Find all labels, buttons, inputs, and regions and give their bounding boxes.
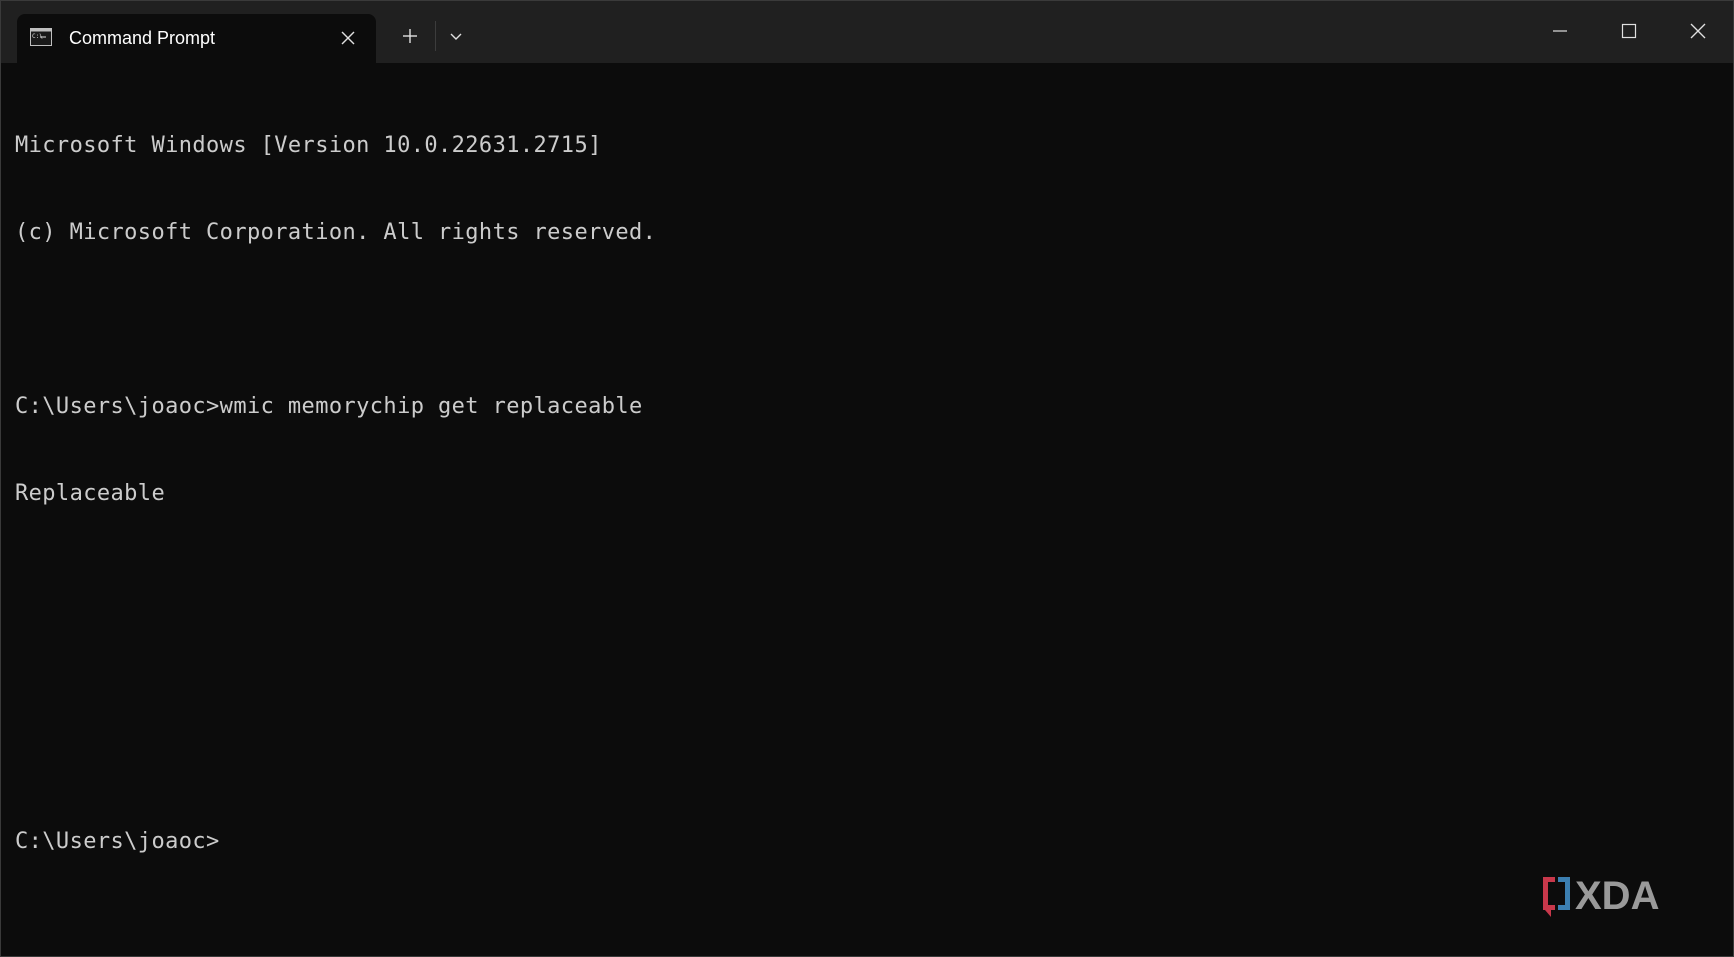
terminal-line: C:\Users\joaoc>wmic memorychip get repla…: [15, 394, 643, 419]
terminal-line: (c) Microsoft Corporation. All rights re…: [15, 220, 657, 245]
close-window-icon[interactable]: [1675, 11, 1721, 51]
terminal-line: Microsoft Windows [Version 10.0.22631.27…: [15, 133, 602, 158]
minimize-icon[interactable]: [1537, 11, 1583, 51]
xda-watermark-logo: XDA: [1539, 871, 1703, 921]
command-prompt-window: C:\ Command Prompt Microsoft Windows [Ve…: [0, 0, 1734, 957]
tab-separator: [435, 21, 436, 51]
terminal-line: Replaceable: [15, 481, 166, 506]
title-bar: C:\ Command Prompt: [1, 1, 1733, 63]
maximize-icon[interactable]: [1606, 11, 1652, 51]
terminal-prompt-line: C:\Users\joaoc>: [15, 829, 220, 854]
chevron-down-icon[interactable]: [441, 21, 471, 51]
terminal-icon: C:\: [30, 28, 52, 46]
tab-command-prompt[interactable]: C:\ Command Prompt: [17, 14, 376, 63]
new-tab-plus-icon[interactable]: [395, 21, 425, 51]
close-tab-icon[interactable]: [334, 24, 362, 52]
tab-title: Command Prompt: [69, 28, 216, 48]
xda-text: XDA: [1575, 874, 1659, 918]
terminal-output[interactable]: Microsoft Windows [Version 10.0.22631.27…: [15, 73, 1719, 936]
